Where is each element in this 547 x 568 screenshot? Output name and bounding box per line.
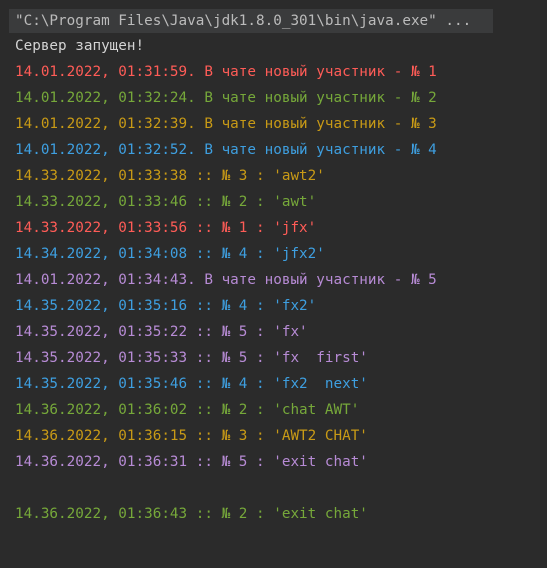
console-line: 14.33.2022, 01:33:46 :: № 2 : 'awt' [15, 194, 317, 210]
console-line: 14.35.2022, 01:35:33 :: № 5 : 'fx first' [15, 350, 368, 366]
console-line: 14.33.2022, 01:33:56 :: № 1 : 'jfx' [15, 220, 317, 236]
console-line: 14.01.2022, 01:32:39. В чате новый участ… [15, 116, 437, 132]
console-line: 14.35.2022, 01:35:16 :: № 4 : 'fx2' [15, 298, 317, 314]
console-line: 14.35.2022, 01:35:22 :: № 5 : 'fx' [15, 324, 308, 340]
console-line: 14.01.2022, 01:32:24. В чате новый участ… [15, 90, 437, 106]
run-command-line: "C:\Program Files\Java\jdk1.8.0_301\bin\… [9, 9, 493, 33]
console-line: Сервер запущен! [15, 38, 145, 54]
console-line: 14.34.2022, 01:34:08 :: № 4 : 'jfx2' [15, 246, 325, 262]
console-line: 14.36.2022, 01:36:31 :: № 5 : 'exit chat… [15, 454, 368, 470]
console-line: 14.36.2022, 01:36:15 :: № 3 : 'AWT2 CHAT… [15, 428, 368, 444]
console-line: 14.35.2022, 01:35:46 :: № 4 : 'fx2 next' [15, 376, 368, 392]
console-line: 14.36.2022, 01:36:02 :: № 2 : 'chat AWT' [15, 402, 360, 418]
console-line: 14.01.2022, 01:31:59. В чате новый участ… [15, 64, 437, 80]
console-line: 14.01.2022, 01:32:52. В чате новый участ… [15, 142, 437, 158]
console-line: 14.36.2022, 01:36:43 :: № 2 : 'exit chat… [15, 506, 368, 522]
console-line: 14.01.2022, 01:34:43. В чате новый участ… [15, 272, 437, 288]
console-line: 14.33.2022, 01:33:38 :: № 3 : 'awt2' [15, 168, 325, 184]
console-output[interactable]: "C:\Program Files\Java\jdk1.8.0_301\bin\… [0, 0, 547, 568]
